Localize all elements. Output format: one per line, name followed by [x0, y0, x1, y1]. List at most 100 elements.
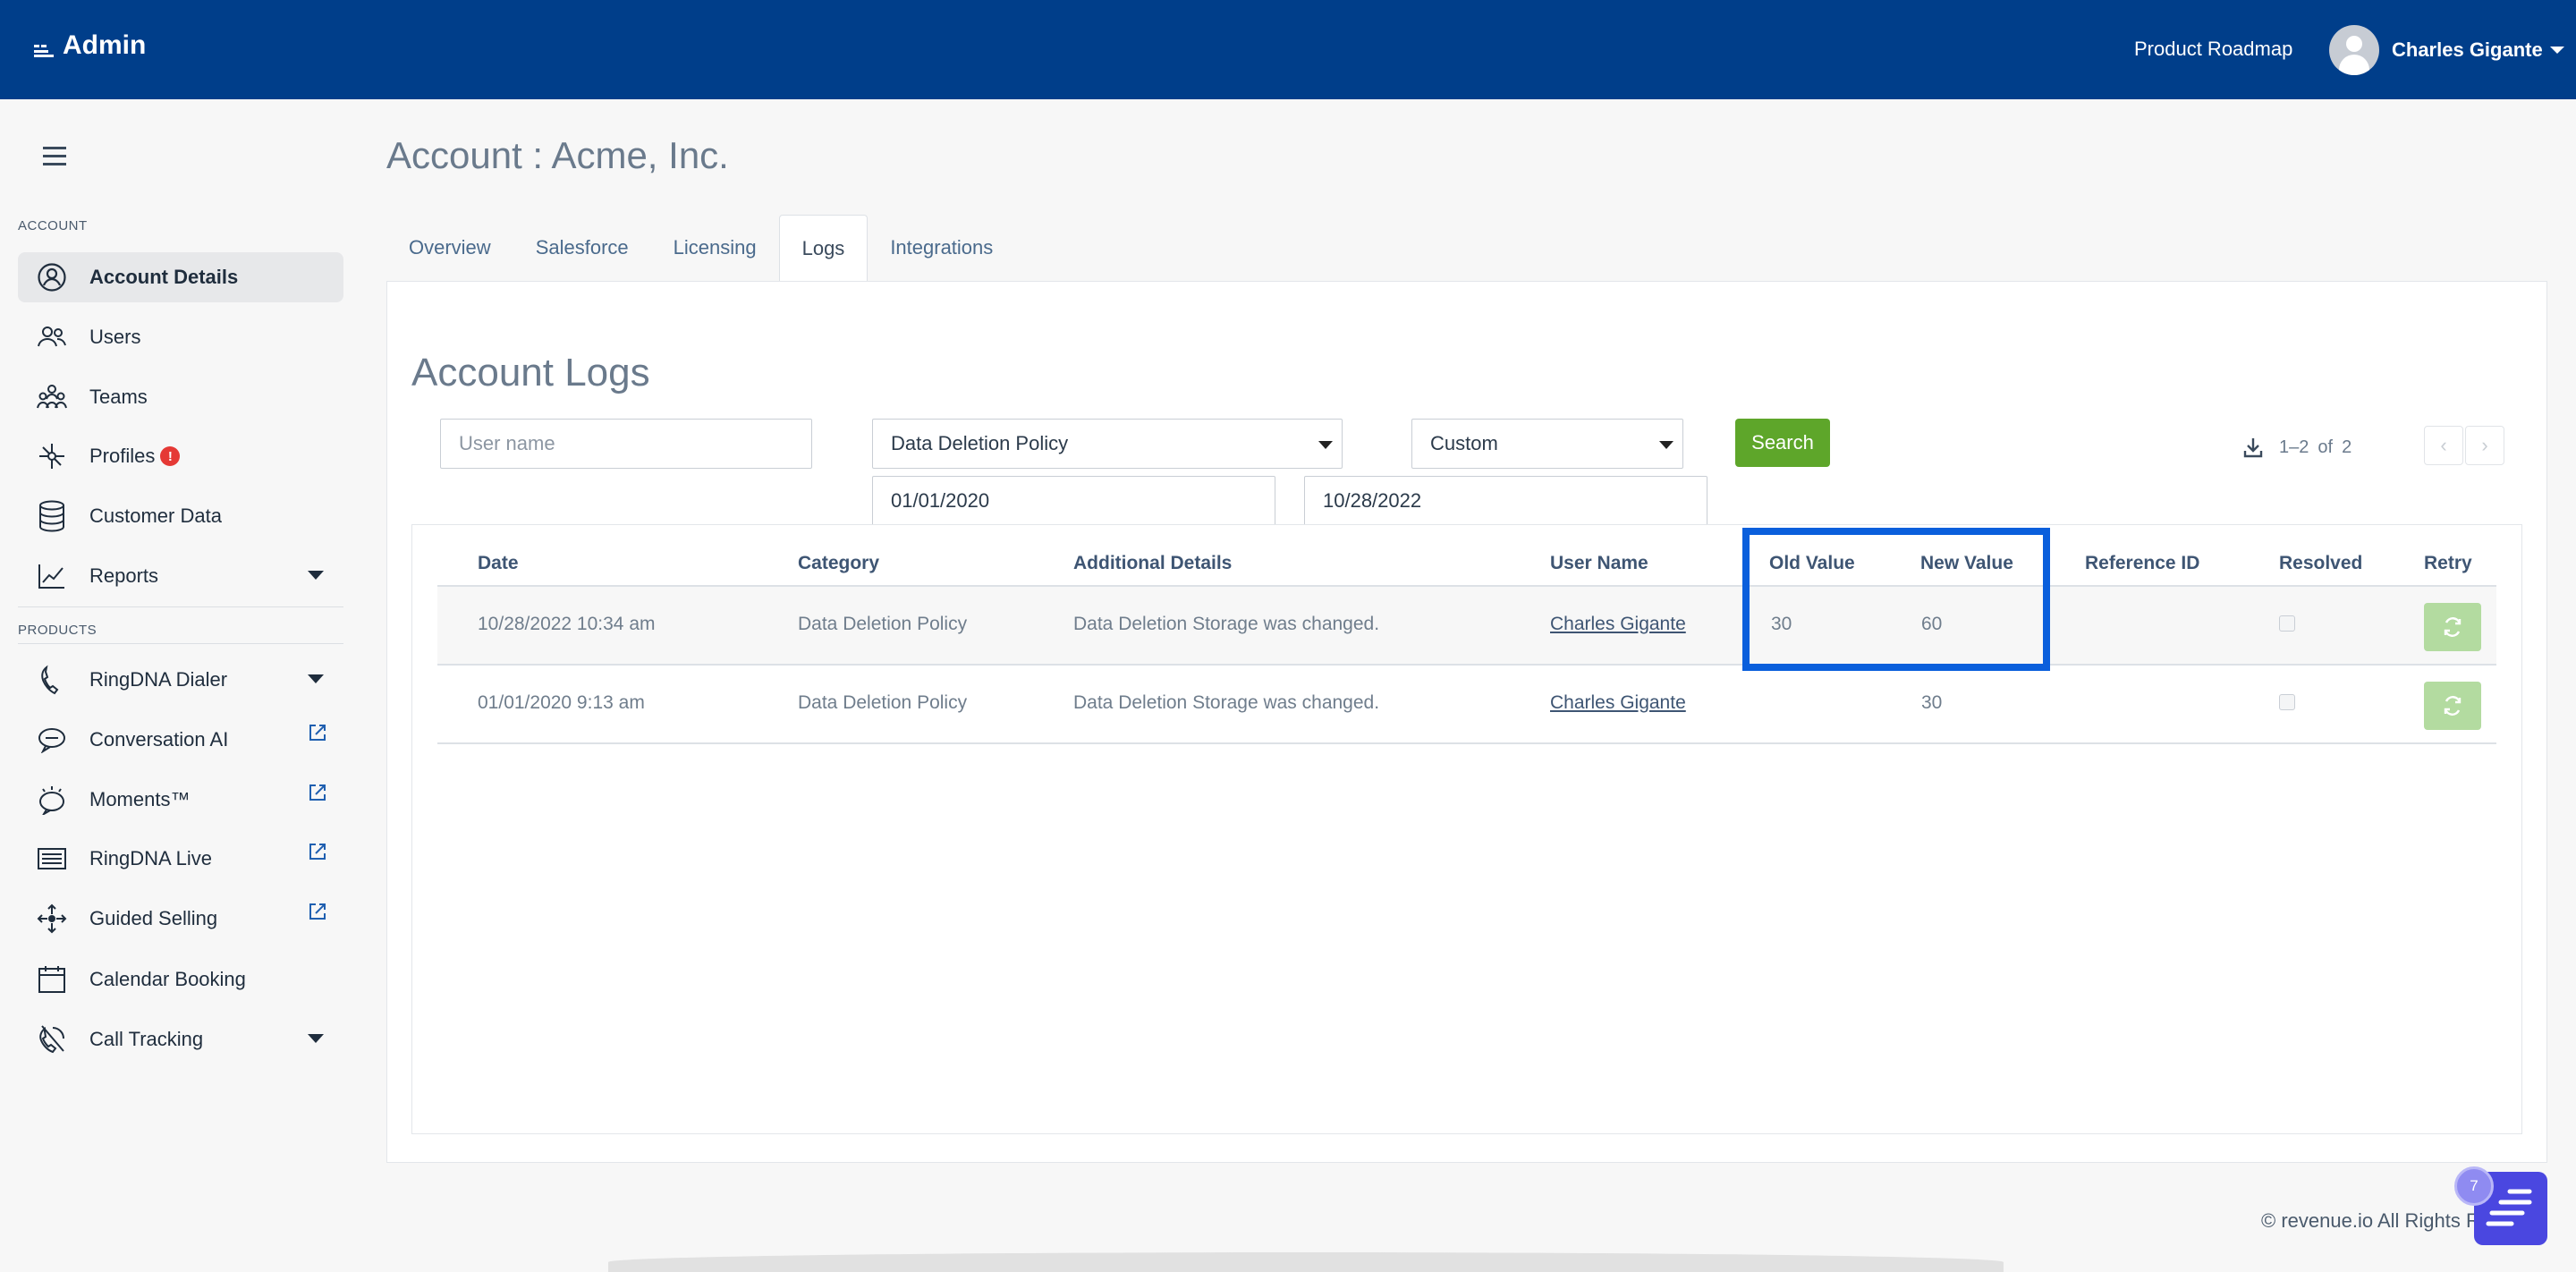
cell-date: 01/01/2020 9:13 am — [478, 692, 645, 713]
sidebar-section-account: ACCOUNT — [18, 218, 88, 233]
sidebar-item-label: Reports — [89, 564, 159, 587]
sidebar-item-account-details[interactable]: Account Details — [18, 252, 343, 302]
user-menu[interactable]: Charles Gigante — [2329, 25, 2564, 75]
sidebar-item-label: RingDNA Dialer — [89, 668, 228, 691]
retry-button[interactable] — [2424, 682, 2481, 730]
chevron-down-icon — [1659, 441, 1674, 449]
top-navbar: Admin Product Roadmap Charles Gigante — [0, 0, 2576, 99]
search-button[interactable]: Search — [1735, 419, 1830, 467]
chevron-down-icon — [2549, 47, 2564, 54]
sidebar-item-label: Profiles — [89, 445, 156, 467]
resolved-checkbox[interactable] — [2279, 694, 2295, 710]
external-link-icon[interactable] — [308, 842, 327, 861]
sidebar-item-label: Teams — [89, 386, 148, 408]
cell-user-link[interactable]: Charles Gigante — [1550, 692, 1686, 714]
bottom-shadow — [608, 1252, 2004, 1272]
external-link-icon[interactable] — [308, 783, 327, 802]
column-header-user-name[interactable]: User Name — [1550, 553, 1648, 574]
tab-salesforce[interactable]: Salesforce — [513, 215, 651, 281]
brand[interactable]: Admin — [34, 30, 146, 61]
pagination-of: of — [2318, 437, 2334, 457]
column-header-additional-details[interactable]: Additional Details — [1073, 553, 1232, 574]
date-range-select[interactable]: Custom — [1411, 419, 1683, 469]
dialer-expand-icon[interactable] — [308, 674, 324, 683]
sidebar-item-label: Guided Selling — [89, 907, 218, 929]
tab-overview[interactable]: Overview — [386, 215, 513, 281]
column-header-date[interactable]: Date — [478, 553, 519, 574]
tab-licensing[interactable]: Licensing — [651, 215, 779, 281]
resolved-checkbox[interactable] — [2279, 615, 2295, 632]
user-circle-icon — [34, 259, 70, 295]
sidebar-item-label: Account Details — [89, 266, 239, 288]
cell-details: Data Deletion Storage was changed. — [1073, 692, 1380, 713]
account-tabs: Overview Salesforce Licensing Logs Integ… — [386, 215, 1015, 281]
chart-line-icon — [34, 558, 70, 594]
moments-icon — [34, 782, 70, 818]
cell-category: Data Deletion Policy — [798, 692, 968, 713]
sidebar-item-moments[interactable]: Moments™ — [18, 775, 343, 825]
sidebar-item-ringdna-live[interactable]: RingDNA Live — [18, 834, 343, 884]
page-title: Account : Acme, Inc. — [386, 134, 729, 176]
category-select[interactable]: Data Deletion Policy — [872, 419, 1343, 469]
product-roadmap-link[interactable]: Product Roadmap — [2134, 38, 2292, 61]
table-row — [437, 587, 2496, 664]
sidebar-item-conversation-ai[interactable]: Conversation AI — [18, 715, 343, 765]
sidebar-item-users[interactable]: Users — [18, 312, 343, 362]
sidebar-item-teams[interactable]: Teams — [18, 372, 343, 422]
brand-title: Admin — [63, 30, 147, 60]
call-tracking-expand-icon[interactable] — [308, 1034, 324, 1043]
tab-logs[interactable]: Logs — [778, 215, 869, 281]
live-icon — [34, 841, 70, 877]
phone-icon — [34, 662, 70, 698]
cell-category: Data Deletion Policy — [798, 614, 968, 634]
profiles-icon — [34, 438, 70, 474]
next-page-button[interactable]: › — [2465, 426, 2504, 465]
sidebar-item-label: Moments™ — [89, 788, 191, 810]
refresh-icon — [2444, 696, 2462, 716]
sidebar-section-products: PRODUCTS — [18, 623, 97, 638]
column-header-resolved[interactable]: Resolved — [2279, 553, 2362, 574]
refresh-icon — [2444, 617, 2462, 637]
sidebar-item-call-tracking[interactable]: Call Tracking — [18, 1014, 343, 1064]
column-header-retry[interactable]: Retry — [2424, 553, 2472, 574]
reports-expand-icon[interactable] — [308, 571, 324, 580]
sidebar-item-label: Users — [89, 326, 141, 348]
users-icon — [34, 319, 70, 355]
calendar-icon — [34, 962, 70, 997]
footer-copyright: © revenue.io All Rights R — [2261, 1209, 2480, 1232]
chat-bubble-icon — [34, 722, 70, 758]
prev-page-button[interactable]: ‹ — [2424, 426, 2463, 465]
logs-title: Account Logs — [411, 351, 650, 394]
sidebar-item-guided-selling[interactable]: Guided Selling — [18, 894, 343, 944]
sidebar-item-label: Call Tracking — [89, 1028, 204, 1050]
start-date-input[interactable]: 01/01/2020 — [872, 476, 1275, 526]
column-header-category[interactable]: Category — [798, 553, 879, 574]
retry-button[interactable] — [2424, 603, 2481, 651]
sidebar-item-reports[interactable]: Reports — [18, 551, 343, 601]
sidebar-item-profiles[interactable]: Profiles ! — [18, 431, 343, 481]
end-date-input[interactable]: 10/28/2022 — [1304, 476, 1707, 526]
sidebar-item-ringdna-dialer[interactable]: RingDNA Dialer — [18, 655, 343, 705]
guided-selling-icon — [34, 901, 70, 937]
external-link-icon[interactable] — [308, 902, 327, 921]
pagination-total: 2 — [2342, 437, 2352, 457]
database-icon — [34, 498, 70, 534]
column-header-reference-id[interactable]: Reference ID — [2085, 553, 2199, 574]
cell-new-value: 30 — [1921, 692, 1943, 713]
sidebar-item-customer-data[interactable]: Customer Data — [18, 491, 343, 541]
download-icon[interactable] — [2243, 437, 2263, 458]
user-name: Charles Gigante — [2392, 38, 2543, 61]
chevron-down-icon — [1318, 441, 1333, 449]
brand-logo-icon — [34, 45, 54, 57]
sidebar-item-label: Customer Data — [89, 505, 222, 527]
date-range-select-value: Custom — [1430, 432, 1498, 454]
external-link-icon[interactable] — [308, 723, 327, 742]
tab-integrations[interactable]: Integrations — [868, 215, 1015, 281]
sidebar-item-calendar-booking[interactable]: Calendar Booking — [18, 954, 343, 1005]
cell-date: 10/28/2022 10:34 am — [478, 614, 656, 634]
cell-user-link[interactable]: Charles Gigante — [1550, 614, 1686, 635]
menu-toggle-icon[interactable] — [43, 147, 66, 166]
username-input[interactable]: User name — [440, 419, 812, 469]
sidebar-item-label: RingDNA Live — [89, 847, 212, 869]
category-select-value: Data Deletion Policy — [891, 432, 1069, 454]
